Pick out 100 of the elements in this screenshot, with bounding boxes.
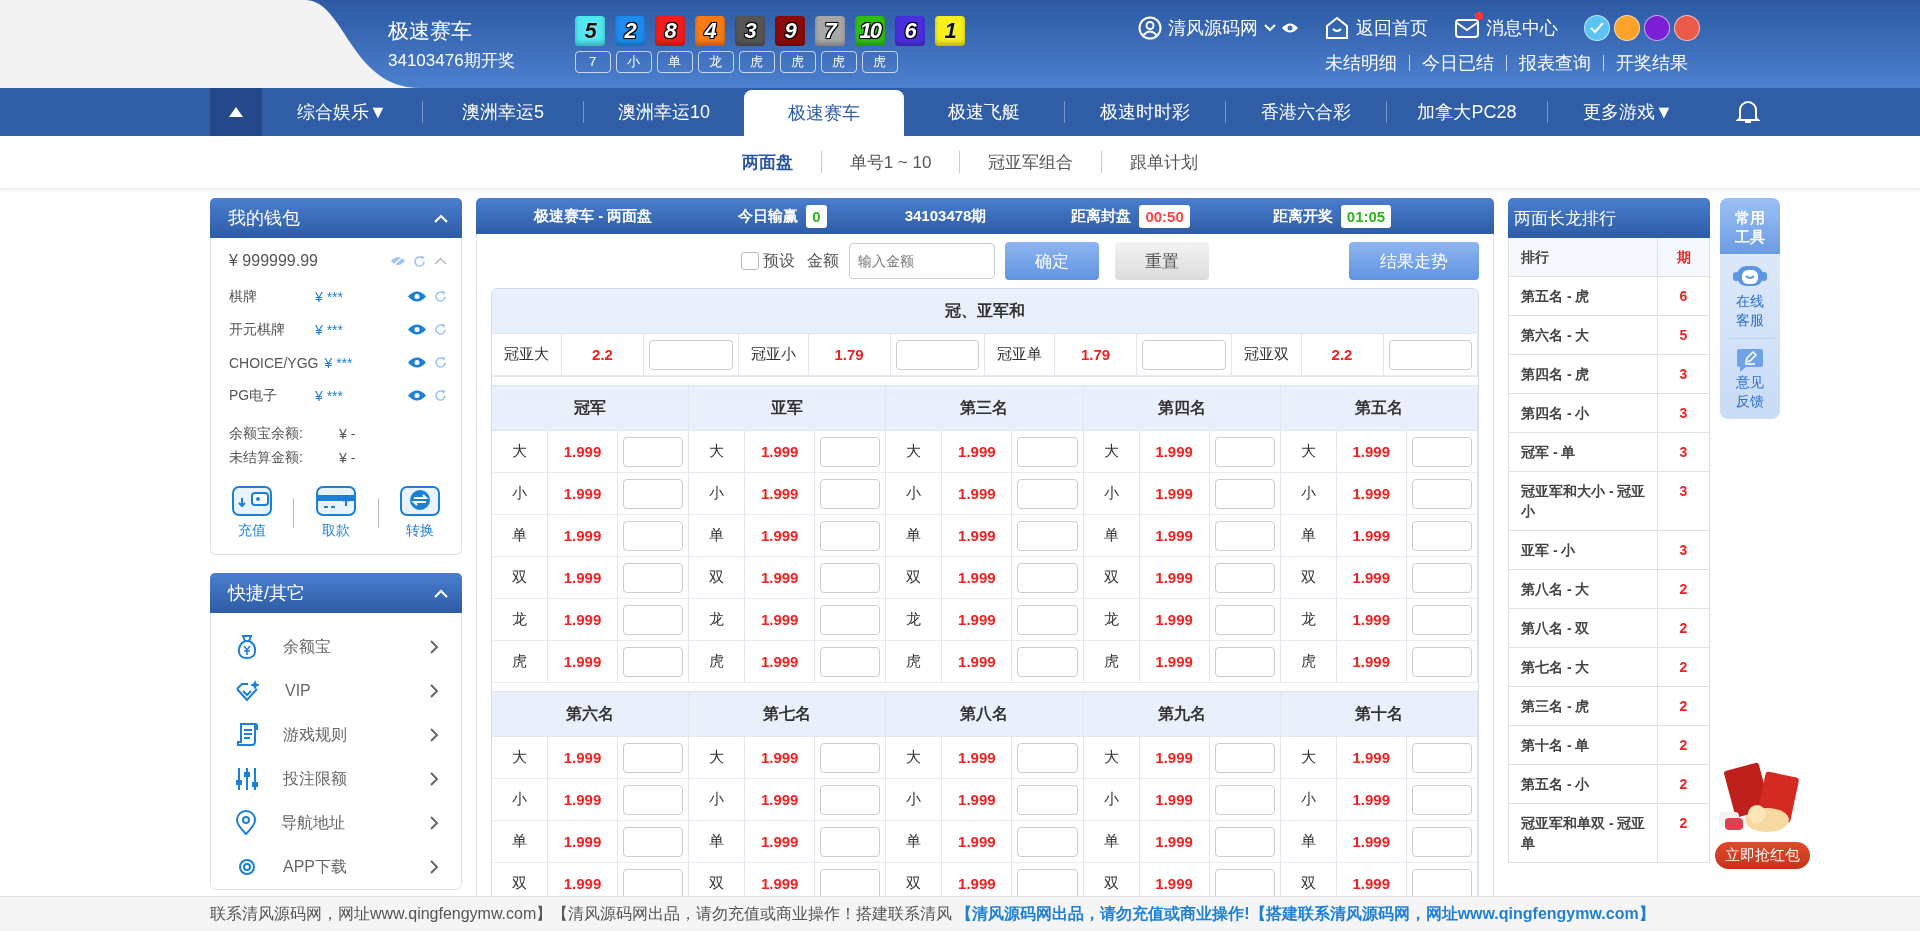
bet-amount-input[interactable]: [1214, 826, 1275, 857]
diamond-icon[interactable]: [235, 679, 261, 703]
eye-icon[interactable]: [408, 324, 426, 335]
bet-amount-input[interactable]: [1214, 436, 1275, 467]
game-tab[interactable]: 更多游戏▼: [1548, 88, 1708, 136]
bet-amount-input[interactable]: [895, 339, 979, 370]
bet-amount-input[interactable]: [820, 826, 881, 857]
bet-amount-input[interactable]: [820, 520, 881, 551]
bet-amount-input[interactable]: [1411, 478, 1472, 509]
bet-amount-input[interactable]: [1017, 520, 1078, 551]
eye-icon[interactable]: [408, 357, 426, 368]
user-icon[interactable]: [1138, 16, 1162, 40]
bet-amount-input[interactable]: [1017, 646, 1078, 677]
shortcut-link[interactable]: 游戏规则: [283, 724, 406, 746]
location-pin-icon[interactable]: [235, 810, 257, 836]
shortcut-link[interactable]: VIP: [285, 682, 406, 700]
bet-amount-input[interactable]: [1214, 562, 1275, 593]
bet-amount-input[interactable]: [820, 436, 881, 467]
play-tab[interactable]: 冠亚军组合: [960, 150, 1102, 174]
bet-amount-input[interactable]: [1142, 339, 1226, 370]
chevron-right-icon[interactable]: [430, 728, 439, 742]
bet-amount-input[interactable]: [1388, 339, 1472, 370]
bet-amount-input[interactable]: [1214, 478, 1275, 509]
header-link[interactable]: 开奖结果: [1604, 51, 1700, 75]
shortcut-link[interactable]: APP下载: [283, 856, 406, 878]
game-tab[interactable]: 香港六合彩: [1226, 88, 1386, 136]
header-link[interactable]: 报表查询: [1507, 51, 1603, 75]
bet-amount-input[interactable]: [623, 478, 684, 509]
tool-link[interactable]: 意见反馈: [1736, 373, 1764, 411]
money-bag-icon[interactable]: [235, 634, 259, 660]
bet-amount-input[interactable]: [1411, 520, 1472, 551]
bet-amount-input[interactable]: [1017, 784, 1078, 815]
bet-amount-input[interactable]: [820, 868, 881, 899]
bet-amount-input[interactable]: [623, 742, 684, 773]
bet-amount-input[interactable]: [1411, 826, 1472, 857]
refresh-icon[interactable]: [413, 254, 426, 268]
header-link[interactable]: 未结明细: [1313, 51, 1409, 75]
chevron-right-icon[interactable]: [430, 860, 439, 874]
header-link[interactable]: 消息中心: [1486, 16, 1558, 40]
game-tab[interactable]: 极速时时彩: [1065, 88, 1225, 136]
bet-amount-input[interactable]: [1214, 604, 1275, 635]
username-dropdown[interactable]: 清风源码网: [1168, 16, 1258, 40]
refresh-icon[interactable]: [434, 356, 447, 369]
eye-icon[interactable]: [408, 390, 426, 401]
bet-amount-input[interactable]: [1017, 562, 1078, 593]
bet-amount-input[interactable]: [820, 604, 881, 635]
collapse-button[interactable]: [210, 88, 262, 136]
bet-amount-input[interactable]: [649, 339, 733, 370]
bet-amount-input[interactable]: [623, 562, 684, 593]
eye-icon[interactable]: [408, 291, 426, 302]
game-tab[interactable]: 极速飞艇: [904, 88, 1064, 136]
header-link[interactable]: 返回首页: [1356, 16, 1428, 40]
bet-amount-input[interactable]: [1017, 478, 1078, 509]
eye-icon[interactable]: [1282, 23, 1298, 33]
theme-swatch[interactable]: [1674, 15, 1700, 41]
bet-amount-input[interactable]: [1214, 784, 1275, 815]
game-tab[interactable]: 澳洲幸运5: [423, 88, 583, 136]
bet-amount-input[interactable]: [1214, 742, 1275, 773]
bet-amount-input[interactable]: [1411, 742, 1472, 773]
chevron-down-icon[interactable]: [1264, 24, 1276, 32]
play-tab[interactable]: 跟单计划: [1102, 150, 1227, 174]
bet-amount-input[interactable]: [1411, 868, 1472, 899]
bet-amount-input[interactable]: [1214, 646, 1275, 677]
theme-swatch[interactable]: [1614, 15, 1640, 41]
bet-amount-input[interactable]: [623, 520, 684, 551]
bet-amount-input[interactable]: [623, 604, 684, 635]
bet-amount-input[interactable]: [1411, 436, 1472, 467]
game-tab[interactable]: 综合娱乐▼: [262, 88, 422, 136]
bet-amount-input[interactable]: [623, 784, 684, 815]
bet-amount-input[interactable]: [1017, 742, 1078, 773]
bet-amount-input[interactable]: [820, 478, 881, 509]
refresh-icon[interactable]: [434, 389, 447, 402]
grab-envelope-button[interactable]: 立即抢红包: [1714, 842, 1810, 869]
bet-amount-input[interactable]: [1017, 604, 1078, 635]
game-tab[interactable]: 加拿大PC28: [1387, 88, 1547, 136]
bet-amount-input[interactable]: [1411, 646, 1472, 677]
bet-amount-input[interactable]: [1017, 826, 1078, 857]
play-tab[interactable]: 单号1 ~ 10: [821, 150, 960, 174]
bet-amount-input[interactable]: [623, 646, 684, 677]
reset-button[interactable]: 重置: [1115, 242, 1209, 280]
bet-amount-input[interactable]: [1017, 436, 1078, 467]
chevron-right-icon[interactable]: [430, 772, 439, 786]
feedback-icon[interactable]: [1736, 347, 1764, 373]
amount-input[interactable]: 输入金额: [849, 243, 995, 279]
theme-swatch[interactable]: [1644, 15, 1670, 41]
bell-icon[interactable]: [1736, 99, 1760, 125]
bet-amount-input[interactable]: [820, 784, 881, 815]
bet-amount-input[interactable]: [820, 646, 881, 677]
theme-swatch[interactable]: [1584, 15, 1610, 41]
game-tab[interactable]: 澳洲幸运10: [584, 88, 744, 136]
shortcut-link[interactable]: 投注限额: [283, 768, 406, 790]
document-icon[interactable]: [235, 722, 259, 748]
bet-amount-input[interactable]: [623, 826, 684, 857]
bet-amount-input[interactable]: [820, 742, 881, 773]
refresh-icon[interactable]: [434, 290, 447, 303]
bet-amount-input[interactable]: [1411, 784, 1472, 815]
refresh-icon[interactable]: [434, 323, 447, 336]
bet-amount-input[interactable]: [1411, 604, 1472, 635]
tool-link[interactable]: 在线客服: [1736, 292, 1764, 330]
shortcut-link[interactable]: 导航地址: [281, 812, 406, 834]
